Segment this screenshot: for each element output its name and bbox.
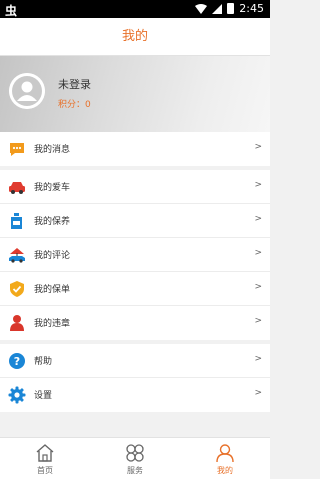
menu-item-settings[interactable]: 设置 > — [0, 378, 270, 412]
menu-item-my-car[interactable]: 我的爱车 > — [0, 170, 270, 204]
page-header: 我的 — [0, 18, 270, 56]
status-right: 2:45 — [195, 2, 264, 15]
bottom-tab-bar: 首页 服务 我的 — [0, 437, 270, 479]
menu-item-maintenance[interactable]: 我的保养 > — [0, 204, 270, 238]
menu-item-insurance[interactable]: 我的保单 > — [0, 272, 270, 306]
maintenance-icon — [11, 213, 22, 229]
tab-mine[interactable]: 我的 — [180, 438, 270, 479]
services-icon — [126, 444, 144, 462]
menu-item-label: 我的保单 — [34, 285, 71, 295]
tab-label: 首页 — [37, 466, 53, 475]
avatar[interactable] — [9, 73, 45, 109]
chevron-right-icon: > — [254, 248, 262, 258]
home-icon — [36, 444, 54, 462]
settings-icon — [8, 386, 26, 404]
points-label: 积分：0 — [58, 100, 91, 110]
menu-item-reviews[interactable]: 我的评论 > — [0, 238, 270, 272]
signal-icon — [212, 3, 223, 14]
menu-item-label: 我的评论 — [34, 251, 71, 261]
chevron-right-icon: > — [254, 388, 262, 398]
login-status[interactable]: 未登录 — [58, 76, 91, 92]
menu-item-label: 我的爱车 — [34, 183, 71, 193]
menu-item-messages[interactable]: 我的消息 > — [0, 132, 270, 166]
chevron-right-icon: > — [254, 142, 262, 152]
help-icon: ? — [9, 353, 25, 369]
tab-label: 服务 — [127, 466, 143, 475]
page-title: 我的 — [121, 29, 148, 44]
insurance-icon — [10, 281, 24, 297]
chevron-right-icon: > — [254, 282, 262, 292]
menu-item-violations[interactable]: 我的违章 > — [0, 306, 270, 340]
menu-group-vehicle: 我的爱车 > 我的保养 > 我的评论 > 我的保单 > 我的违章 > — [0, 170, 270, 340]
menu-item-label: 帮助 — [34, 357, 53, 367]
menu-group-system: ? 帮助 > 设置 > — [0, 344, 270, 412]
menu-item-label: 我的违章 — [34, 319, 71, 329]
status-bar: 虫 2:45 — [0, 0, 270, 18]
menu-group-messages: 我的消息 > — [0, 132, 270, 166]
review-icon — [9, 248, 25, 263]
tab-label: 我的 — [217, 466, 233, 475]
battery-icon — [227, 3, 235, 14]
chevron-right-icon: > — [254, 180, 262, 190]
avatar-placeholder-icon — [9, 73, 45, 109]
svg-text:?: ? — [14, 355, 20, 368]
status-time: 2:45 — [239, 2, 264, 15]
person-icon — [10, 315, 24, 331]
wifi-icon — [195, 3, 208, 14]
menu-item-label: 我的消息 — [34, 145, 71, 155]
tab-home[interactable]: 首页 — [0, 438, 90, 479]
chevron-right-icon: > — [254, 354, 262, 364]
chevron-right-icon: > — [254, 316, 262, 326]
message-icon — [10, 143, 24, 156]
tab-services[interactable]: 服务 — [90, 438, 180, 479]
menu-item-label: 我的保养 — [34, 217, 71, 227]
status-app-icon: 虫 — [5, 4, 18, 18]
menu-item-help[interactable]: ? 帮助 > — [0, 344, 270, 378]
profile-card[interactable]: 未登录 积分：0 — [0, 56, 270, 132]
car-icon — [9, 182, 25, 194]
user-icon — [216, 444, 234, 463]
menu-item-label: 设置 — [34, 391, 53, 401]
chevron-right-icon: > — [254, 214, 262, 224]
